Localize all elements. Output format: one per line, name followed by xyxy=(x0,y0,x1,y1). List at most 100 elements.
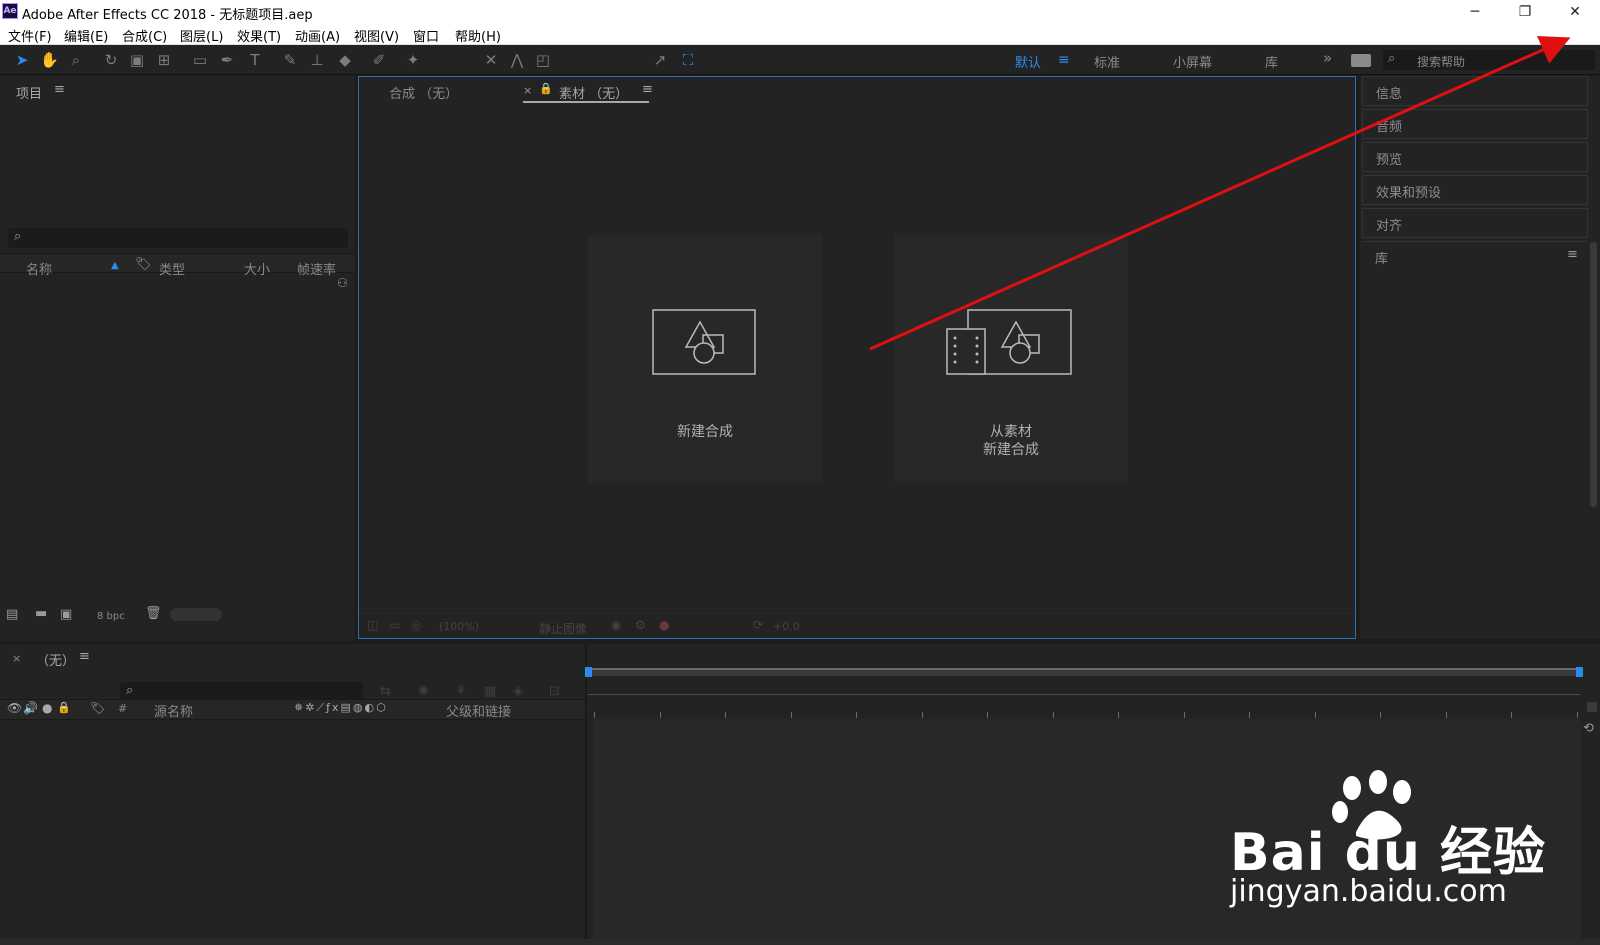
menu-view[interactable]: 视图(V) xyxy=(354,26,399,45)
menu-composition[interactable]: 合成(C) xyxy=(122,26,167,45)
text-tool-icon[interactable]: T xyxy=(246,51,264,69)
panel-audio[interactable]: 音频 xyxy=(1362,109,1588,139)
label-tag-icon[interactable]: 🏷 xyxy=(90,701,105,715)
shy-icon[interactable]: ⚘ xyxy=(455,684,467,699)
minimize-button[interactable]: ─ xyxy=(1452,2,1498,22)
workspace-default[interactable]: 默认 xyxy=(1015,52,1041,71)
column-type[interactable]: 类型 xyxy=(159,259,185,278)
menu-window[interactable]: 窗口 xyxy=(413,26,439,45)
world-axis-icon[interactable]: ⋀ xyxy=(508,51,526,69)
color-channels-icon[interactable]: ● xyxy=(659,618,669,632)
tab-footage[interactable]: 素材 （无） xyxy=(559,83,628,102)
menu-effect[interactable]: 效果(T) xyxy=(237,26,281,45)
tab-menu-icon[interactable]: ≡ xyxy=(642,82,653,97)
layer-number-header[interactable]: # xyxy=(118,702,127,715)
motion-blur-icon[interactable]: ◈ xyxy=(513,684,523,699)
workspace-standard[interactable]: 标准 xyxy=(1094,52,1120,71)
label-tag-icon[interactable]: 🏷 xyxy=(135,257,152,272)
right-panel-scrollbar[interactable] xyxy=(1590,242,1597,507)
column-framerate[interactable]: 帧速率 xyxy=(297,259,336,278)
panel-info[interactable]: 信息 xyxy=(1362,76,1588,106)
selection-tool-icon[interactable]: ➤ xyxy=(13,51,31,69)
thumbnail-slider[interactable] xyxy=(170,608,222,621)
pan-behind-tool-icon[interactable]: ⊞ xyxy=(155,51,173,69)
workspace-menu-icon[interactable]: ≡ xyxy=(1058,52,1070,68)
parent-link-header[interactable]: 父级和链接 xyxy=(446,701,511,720)
panel-library[interactable]: 库 ≡ xyxy=(1362,241,1588,272)
rotate-tool-icon[interactable]: ↻ xyxy=(102,51,120,69)
project-search-input[interactable]: ⌕ xyxy=(8,228,348,248)
new-folder-icon[interactable]: ▬ xyxy=(35,606,47,621)
puppet-pin-tool-icon[interactable]: ✦ xyxy=(404,51,422,69)
timeline-close-icon[interactable]: × xyxy=(12,652,21,665)
reset-exposure-icon[interactable]: ⟳ xyxy=(753,618,763,632)
layer-switches-icons[interactable]: ✵✲⟋ƒx▤◍◐⬡ xyxy=(294,701,388,715)
column-name[interactable]: 名称 xyxy=(26,259,52,278)
menu-edit[interactable]: 编辑(E) xyxy=(64,26,108,45)
timeline-scroll-top[interactable] xyxy=(1587,702,1597,712)
timeline-tab[interactable]: （无） xyxy=(36,650,75,669)
draft-3d-icon[interactable]: ✺ xyxy=(418,684,429,699)
tab-composition[interactable]: 合成 （无） xyxy=(389,83,458,102)
view-mode-label[interactable]: 静止图像 xyxy=(539,620,587,637)
menu-layer[interactable]: 图层(L) xyxy=(180,26,223,45)
monitor-icon[interactable]: ▭ xyxy=(389,618,400,632)
mask-icon[interactable]: ◎ xyxy=(411,618,421,632)
local-axis-icon[interactable]: ✕ xyxy=(482,51,500,69)
tab-close-icon[interactable]: × xyxy=(523,84,532,97)
frame-blending-icon[interactable]: ▦ xyxy=(484,684,496,699)
show-snapshot-icon[interactable]: ⚙ xyxy=(635,618,646,632)
clone-stamp-tool-icon[interactable]: ⊥ xyxy=(308,51,326,69)
time-ruler[interactable] xyxy=(588,694,1580,695)
pen-tool-icon[interactable]: ✒ xyxy=(218,51,236,69)
new-composition-icon[interactable]: ▣ xyxy=(60,607,72,622)
lock-icon[interactable]: 🔒 xyxy=(57,701,71,714)
timeline-menu-icon[interactable]: ≡ xyxy=(79,649,90,664)
workspace-library[interactable]: 库 xyxy=(1265,52,1278,71)
keyboard-shortcuts-icon[interactable] xyxy=(1351,54,1371,67)
source-name-header[interactable]: 源名称 xyxy=(154,701,193,720)
menu-animation[interactable]: 动画(A) xyxy=(295,26,340,45)
lock-icon[interactable]: 🔒 xyxy=(539,82,553,95)
hand-tool-icon[interactable]: ✋ xyxy=(40,51,59,69)
always-preview-icon[interactable]: ◫ xyxy=(367,618,378,632)
bit-depth-label[interactable]: 8 bpc xyxy=(97,611,125,622)
snap-target-icon[interactable]: ⛶ xyxy=(679,51,697,69)
camera-tool-icon[interactable]: ▣ xyxy=(128,51,146,69)
flowchart-icon[interactable]: ⚇ xyxy=(337,276,348,290)
panel-effects-presets[interactable]: 效果和预设 xyxy=(1362,175,1588,205)
brush-tool-icon[interactable]: ✎ xyxy=(281,51,299,69)
zoom-dropdown[interactable]: (100%) xyxy=(439,620,479,633)
menu-file[interactable]: 文件(F) xyxy=(8,26,52,45)
work-area-end-handle[interactable] xyxy=(1576,667,1583,677)
work-area-bar[interactable] xyxy=(588,668,1580,676)
snapshot-icon[interactable]: ◉ xyxy=(611,618,621,632)
comp-marker-icon[interactable]: ⟲ xyxy=(1583,721,1594,736)
library-menu-icon[interactable]: ≡ xyxy=(1567,247,1578,262)
workspace-small-screen[interactable]: 小屏幕 xyxy=(1173,52,1212,71)
graph-editor-icon[interactable]: ⊡ xyxy=(549,684,560,699)
exposure-value[interactable]: +0.0 xyxy=(773,620,800,633)
sort-ascending-icon[interactable]: ▲ xyxy=(111,260,119,271)
view-axis-icon[interactable]: ◰ xyxy=(534,51,552,69)
project-panel-title[interactable]: 项目 xyxy=(16,83,42,102)
trash-icon[interactable]: 🗑 xyxy=(145,606,162,621)
column-size[interactable]: 大小 xyxy=(244,259,270,278)
restore-button[interactable]: ❐ xyxy=(1502,2,1548,22)
panel-align[interactable]: 对齐 xyxy=(1362,208,1588,238)
audio-speaker-icon[interactable]: 🔊 xyxy=(23,701,38,715)
solo-icon[interactable]: ● xyxy=(42,701,52,715)
eraser-tool-icon[interactable]: ◆ xyxy=(336,51,354,69)
snap-feature-icon[interactable]: ↗ xyxy=(651,51,669,69)
menu-help[interactable]: 帮助(H) xyxy=(455,26,501,45)
panel-preview[interactable]: 预览 xyxy=(1362,142,1588,172)
comp-mini-flowchart-icon[interactable]: ⇆ xyxy=(380,684,391,699)
more-workspaces-icon[interactable]: » xyxy=(1323,49,1332,67)
search-help-input[interactable]: ⌕ 搜索帮助 xyxy=(1383,50,1595,70)
close-button[interactable]: ✕ xyxy=(1552,2,1598,22)
roto-brush-tool-icon[interactable]: ✐ xyxy=(370,51,388,69)
video-eye-icon[interactable]: 👁 xyxy=(7,701,22,715)
zoom-tool-icon[interactable]: ⌕ xyxy=(67,51,85,69)
project-panel-menu-icon[interactable]: ≡ xyxy=(54,82,65,97)
work-area-start-handle[interactable] xyxy=(585,667,592,677)
